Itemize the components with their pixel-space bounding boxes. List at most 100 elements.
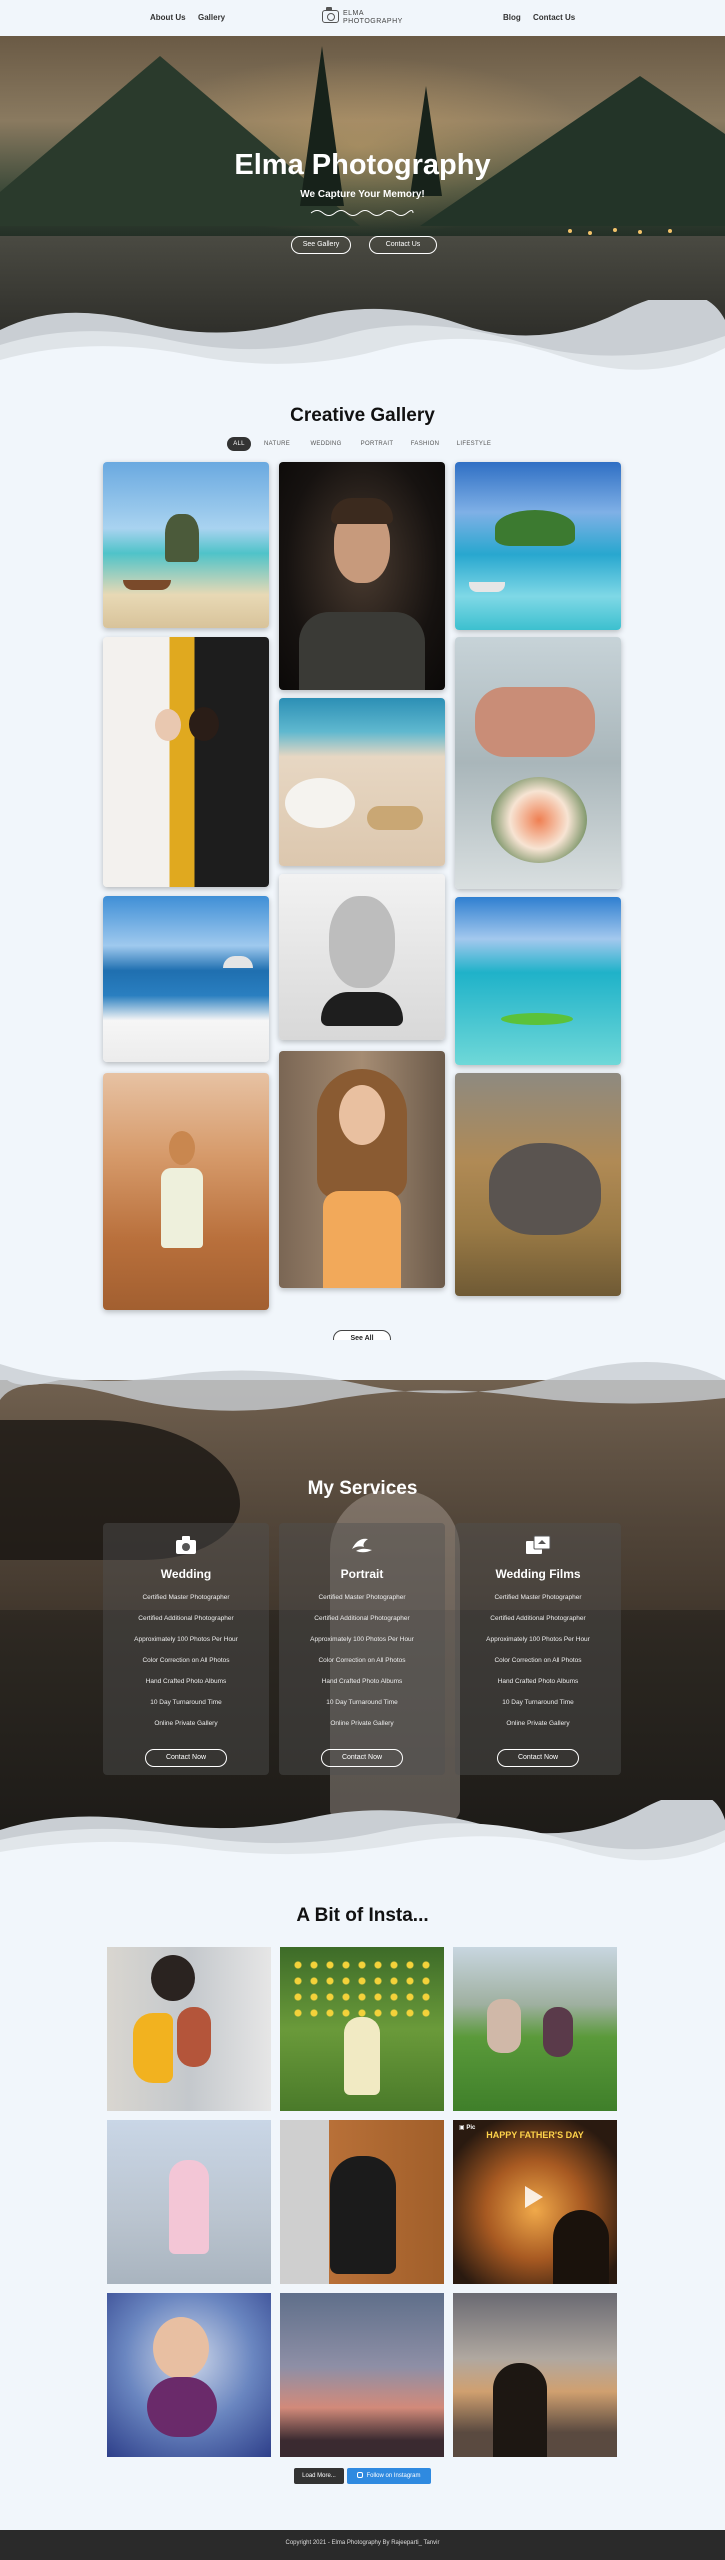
service-name: Wedding Films bbox=[495, 1567, 581, 1581]
contact-now-button[interactable]: Contact Now bbox=[145, 1749, 227, 1767]
gallery-photo-coast-woman[interactable] bbox=[103, 896, 269, 1062]
contact-now-button[interactable]: Contact Now bbox=[321, 1749, 403, 1767]
girl-shape bbox=[344, 2017, 380, 2095]
father-child-silhouette bbox=[493, 2363, 547, 2457]
rock-shape bbox=[165, 514, 199, 562]
hat-shape bbox=[285, 778, 355, 828]
hero-lights bbox=[568, 228, 672, 235]
service-feature: 10 Day Turnaround Time bbox=[502, 1699, 574, 1706]
logo-line-2: PHOTOGRAPHY bbox=[343, 18, 403, 25]
gallery-photo-woman-yellow[interactable] bbox=[279, 1051, 445, 1288]
face-shape bbox=[329, 896, 395, 988]
yellow-shirt bbox=[133, 2013, 173, 2083]
nav-gallery-link[interactable]: Gallery bbox=[198, 13, 225, 22]
camera-logo-icon bbox=[322, 7, 339, 23]
boat-shape bbox=[123, 580, 171, 590]
man-sweater bbox=[299, 612, 425, 690]
logo-line-1: ELMA bbox=[343, 10, 365, 17]
follow-instagram-button[interactable]: Follow on Instagram bbox=[347, 2468, 431, 2484]
service-feature: Certified Master Photographer bbox=[318, 1594, 406, 1601]
play-icon[interactable] bbox=[525, 2186, 543, 2208]
insta-post-8[interactable] bbox=[280, 2293, 444, 2457]
girl-coat bbox=[330, 2156, 396, 2274]
service-feature: Hand Crafted Photo Albums bbox=[145, 1678, 227, 1685]
gallery-photo-island[interactable] bbox=[455, 462, 621, 630]
service-card-wedding: Wedding Certified Master Photographer Ce… bbox=[103, 1523, 269, 1775]
insta-post-9[interactable] bbox=[453, 2293, 617, 2457]
filter-all[interactable]: ALL bbox=[227, 437, 251, 451]
fathers-day-caption: HAPPY FATHER'S DAY bbox=[486, 2130, 584, 2140]
instagram-icon bbox=[357, 2472, 364, 2479]
follow-instagram-label: Follow on Instagram bbox=[366, 2473, 421, 2479]
nav-about-link[interactable]: About Us bbox=[150, 13, 186, 22]
see-gallery-button[interactable]: See Gallery bbox=[291, 236, 351, 254]
gallery-photo-kayak[interactable] bbox=[455, 897, 621, 1065]
load-more-button[interactable]: Load More... bbox=[294, 2468, 344, 2484]
woman-top bbox=[323, 1191, 401, 1288]
hero-squiggle-divider bbox=[310, 210, 414, 216]
service-feature: Certified Additional Photographer bbox=[314, 1615, 410, 1622]
services-top-wave bbox=[0, 1340, 725, 1411]
gallery-photo-beach-hat[interactable] bbox=[279, 698, 445, 866]
insta-post-6[interactable]: ▣ Pic HAPPY FATHER'S DAY bbox=[453, 2120, 617, 2284]
service-feature: Hand Crafted Photo Albums bbox=[321, 1678, 403, 1685]
girl-head bbox=[169, 1131, 195, 1165]
filter-fashion[interactable]: FASHION bbox=[405, 437, 445, 451]
filter-portrait[interactable]: PORTRAIT bbox=[355, 437, 399, 451]
baby-face bbox=[153, 2317, 209, 2379]
service-feature: Color Correction on All Photos bbox=[142, 1657, 230, 1664]
service-card-portrait: Portrait Certified Master Photographer C… bbox=[279, 1523, 445, 1775]
hero-subtitle: We Capture Your Memory! bbox=[300, 189, 425, 200]
insta-post-1[interactable] bbox=[107, 1947, 271, 2111]
filter-lifestyle[interactable]: LIFESTYLE bbox=[452, 437, 496, 451]
insta-post-2[interactable] bbox=[280, 1947, 444, 2111]
gallery-photo-headphones[interactable] bbox=[279, 874, 445, 1040]
filter-nature[interactable]: NATURE bbox=[259, 437, 295, 451]
gallery-photo-girl-autumn[interactable] bbox=[103, 1073, 269, 1310]
insta-post-4[interactable] bbox=[107, 2120, 271, 2284]
service-feature: Color Correction on All Photos bbox=[318, 1657, 406, 1664]
insta-post-3[interactable] bbox=[453, 1947, 617, 2111]
nav-blog-link[interactable]: Blog bbox=[503, 13, 521, 22]
boat-shape bbox=[469, 582, 505, 592]
insta-post-7[interactable] bbox=[107, 2293, 271, 2457]
bride-face bbox=[155, 709, 181, 741]
contact-now-button[interactable]: Contact Now bbox=[497, 1749, 579, 1767]
service-feature: Approximately 100 Photos Per Hour bbox=[134, 1636, 238, 1643]
hero-bottom-wave bbox=[0, 300, 725, 380]
service-feature: Approximately 100 Photos Per Hour bbox=[310, 1636, 414, 1643]
camera-icon bbox=[103, 1535, 269, 1561]
gallery-photo-wedding-couple[interactable] bbox=[103, 637, 269, 887]
gallery-title: Creative Gallery bbox=[290, 405, 435, 426]
service-feature: Online Private Gallery bbox=[330, 1720, 394, 1727]
service-feature: Certified Additional Photographer bbox=[490, 1615, 586, 1622]
gallery-photo-rhino[interactable] bbox=[455, 1073, 621, 1296]
service-feature: Color Correction on All Photos bbox=[494, 1657, 582, 1664]
nav-contact-link[interactable]: Contact Us bbox=[533, 13, 575, 22]
man-shape bbox=[151, 1955, 195, 2001]
gallery-photo-beach-boat[interactable] bbox=[103, 462, 269, 628]
service-feature: Certified Additional Photographer bbox=[138, 1615, 234, 1622]
toddler-shape bbox=[169, 2160, 209, 2254]
umbrella-shape bbox=[223, 956, 253, 968]
baby-dress bbox=[147, 2377, 217, 2437]
portrait-icon bbox=[279, 1535, 445, 1561]
service-feature: Certified Master Photographer bbox=[494, 1594, 582, 1601]
service-name: Portrait bbox=[340, 1567, 384, 1581]
hero-title: Elma Photography bbox=[234, 149, 491, 181]
groom-head bbox=[189, 707, 219, 741]
site-logo[interactable]: ELMA PHOTOGRAPHY bbox=[322, 7, 412, 27]
service-feature: Certified Master Photographer bbox=[142, 1594, 230, 1601]
footer: Copyright 2021 - Elma Photography By Raj… bbox=[0, 2530, 725, 2560]
insta-post-5[interactable] bbox=[280, 2120, 444, 2284]
service-feature: Hand Crafted Photo Albums bbox=[497, 1678, 579, 1685]
flowers-shape bbox=[290, 1957, 434, 2017]
filter-wedding[interactable]: WEDDING bbox=[304, 437, 348, 451]
headphones-shape bbox=[321, 992, 403, 1026]
gallery-photo-rings-bouquet[interactable] bbox=[455, 637, 621, 889]
film-icon bbox=[455, 1535, 621, 1561]
hero-contact-button[interactable]: Contact Us bbox=[369, 236, 437, 254]
top-nav: About Us Gallery ELMA PHOTOGRAPHY Blog C… bbox=[0, 0, 725, 36]
hands-shape bbox=[475, 687, 595, 757]
gallery-photo-man-portrait[interactable] bbox=[279, 462, 445, 690]
